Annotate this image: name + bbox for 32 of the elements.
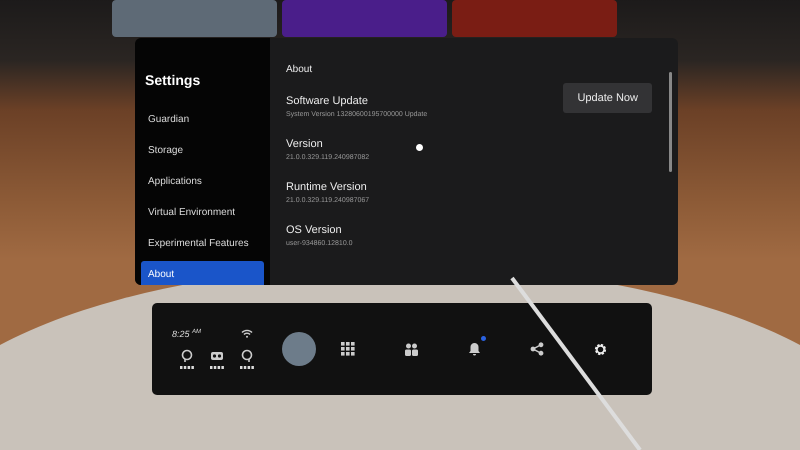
controller-icon bbox=[180, 349, 194, 363]
headset-icon bbox=[210, 349, 224, 363]
bell-icon[interactable] bbox=[468, 342, 480, 356]
scrollbar[interactable] bbox=[669, 72, 672, 172]
sidebar-item[interactable]: Storage bbox=[141, 137, 264, 164]
battery-dots-icon bbox=[210, 366, 224, 369]
avatar[interactable] bbox=[282, 332, 316, 366]
setting-label: OS Version bbox=[286, 224, 343, 236]
setting-label: Version bbox=[286, 138, 324, 150]
section-title: About bbox=[286, 64, 314, 75]
game-tile[interactable] bbox=[112, 0, 277, 37]
people-icon[interactable] bbox=[404, 342, 418, 356]
update-button[interactable]: Update Now bbox=[563, 83, 652, 113]
pointer-cursor bbox=[416, 144, 423, 151]
apps-grid-icon[interactable] bbox=[340, 342, 354, 356]
sidebar-item[interactable]: Guardian bbox=[141, 106, 264, 133]
setting-label: Software Update bbox=[286, 95, 369, 107]
controller-icon bbox=[240, 349, 254, 363]
battery-dots-icon bbox=[240, 366, 254, 369]
app-tile[interactable] bbox=[282, 0, 447, 37]
sidebar-item[interactable]: Virtual Environment bbox=[141, 199, 264, 226]
battery-dots-icon bbox=[180, 366, 194, 369]
sidebar-item[interactable]: Applications bbox=[141, 168, 264, 195]
wifi-icon bbox=[241, 329, 253, 338]
setting-label: Runtime Version bbox=[286, 181, 368, 193]
sidebar-item[interactable]: About bbox=[141, 261, 264, 285]
clock-time: 8:25 $^{AM}$ bbox=[172, 329, 202, 339]
settings-icon[interactable] bbox=[592, 342, 608, 356]
sidebar-item[interactable]: Experimental Features bbox=[141, 230, 264, 257]
game-tile[interactable] bbox=[452, 0, 617, 37]
settings-title: Settings bbox=[145, 72, 202, 88]
share-icon[interactable] bbox=[530, 342, 544, 356]
